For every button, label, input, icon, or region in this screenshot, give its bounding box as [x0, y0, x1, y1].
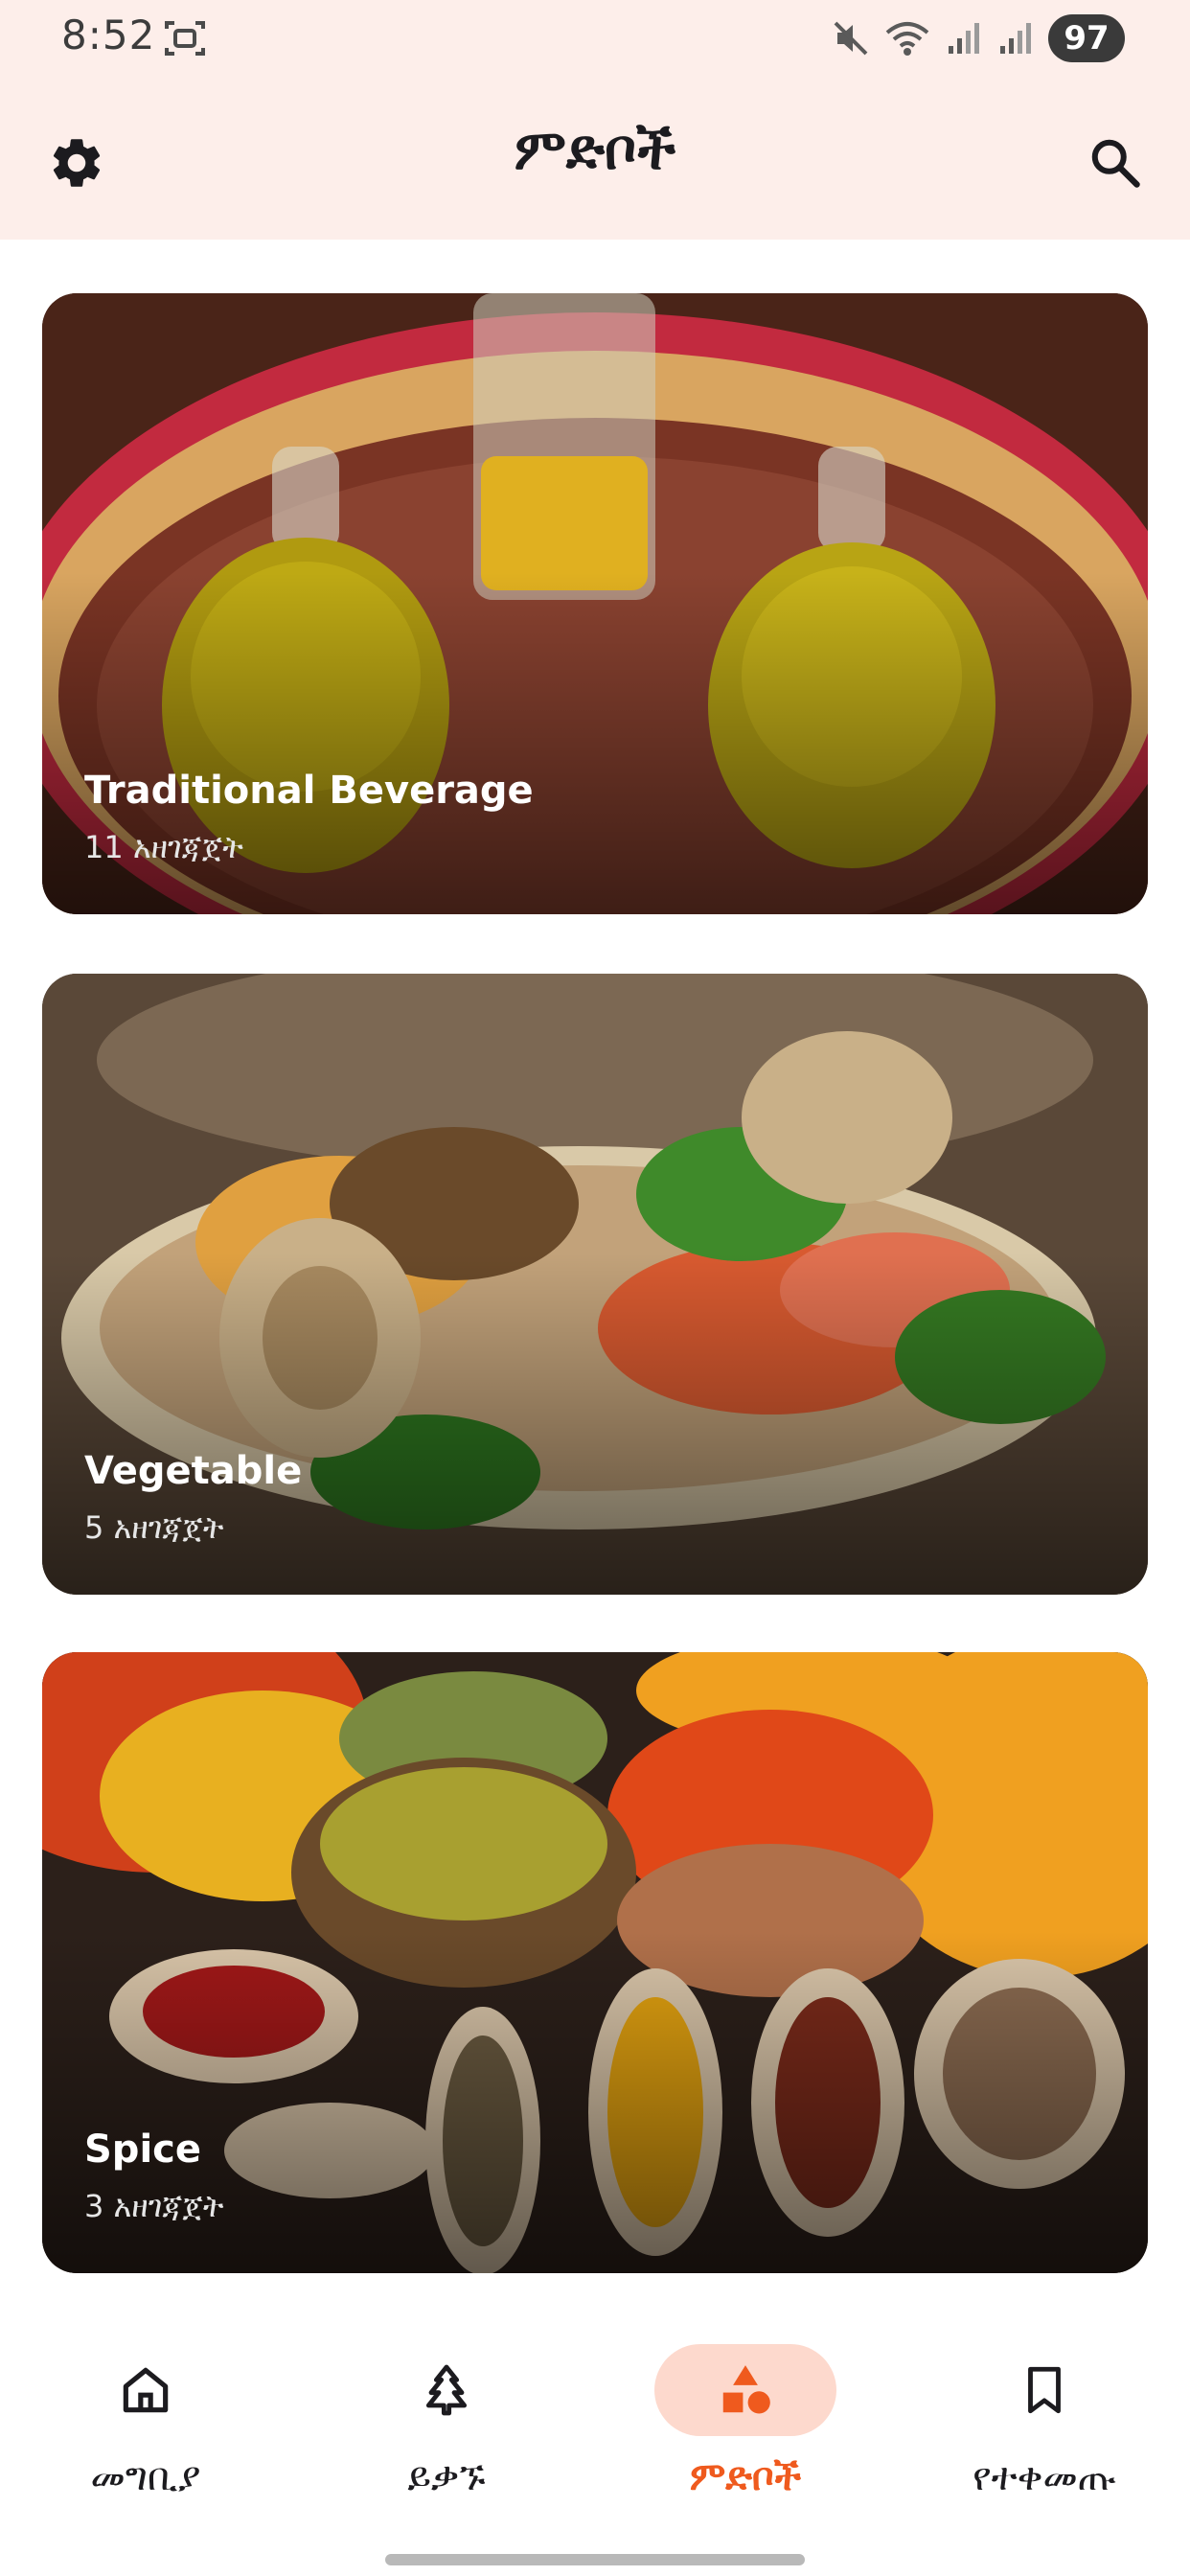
nav-item-explore[interactable]: ይቃኙ: [322, 2344, 571, 2536]
card-title: Traditional Beverage: [84, 769, 534, 813]
battery-indicator: 97: [1048, 14, 1125, 62]
nav-item-home[interactable]: መግቢያ: [21, 2344, 270, 2536]
card-recipe-count: 11 አዘገጃጀት: [84, 829, 243, 865]
home-indicator[interactable]: [385, 2554, 805, 2565]
nav-item-categories[interactable]: ምድቦች: [621, 2344, 870, 2536]
bottom-navigation: መግቢያ ይቃኙ ምድቦች የተቀመጡ: [0, 2310, 1190, 2576]
search-icon: [1091, 139, 1140, 188]
home-icon: [123, 2367, 169, 2413]
card-recipe-count: 3 አዘገጃጀት: [84, 2188, 224, 2224]
wifi-icon: [885, 22, 929, 56]
status-icons: 97: [832, 13, 1125, 63]
category-card-spice[interactable]: Spice 3 አዘገጃጀት: [42, 1652, 1148, 2273]
bookmark-icon: [1028, 2366, 1061, 2414]
card-scrim: [42, 974, 1148, 1595]
search-button[interactable]: [1075, 123, 1156, 203]
category-card-traditional-beverage[interactable]: Traditional Beverage 11 አዘገጃጀት: [42, 293, 1148, 914]
signal-icon: [1000, 23, 1031, 54]
card-title: Spice: [84, 2128, 201, 2172]
categories-icon: [722, 2365, 770, 2414]
page-title: ምድቦች: [514, 117, 676, 182]
category-card-vegetable[interactable]: Vegetable 5 አዘገጃጀት: [42, 974, 1148, 1595]
status-time: 8:52: [61, 12, 156, 58]
card-recipe-count: 5 አዘገጃጀት: [84, 1509, 224, 1546]
nav-label: ምድቦች: [689, 2455, 802, 2499]
card-scrim: [42, 293, 1148, 914]
nav-item-saved[interactable]: የተቀመጡ: [920, 2344, 1169, 2536]
card-scrim: [42, 1652, 1148, 2273]
explore-icon: [425, 2364, 468, 2416]
app-bar: ምድቦች: [0, 77, 1190, 240]
status-bar: 8:52 97: [0, 0, 1190, 77]
signal-icon: [949, 23, 979, 54]
nav-label: የተቀመጡ: [973, 2455, 1116, 2499]
card-title: Vegetable: [84, 1449, 303, 1493]
mute-icon: [834, 21, 868, 56]
screenshot-icon: [165, 21, 205, 56]
nav-label: ይቃኙ: [407, 2455, 486, 2499]
nav-label: መግቢያ: [90, 2455, 201, 2499]
